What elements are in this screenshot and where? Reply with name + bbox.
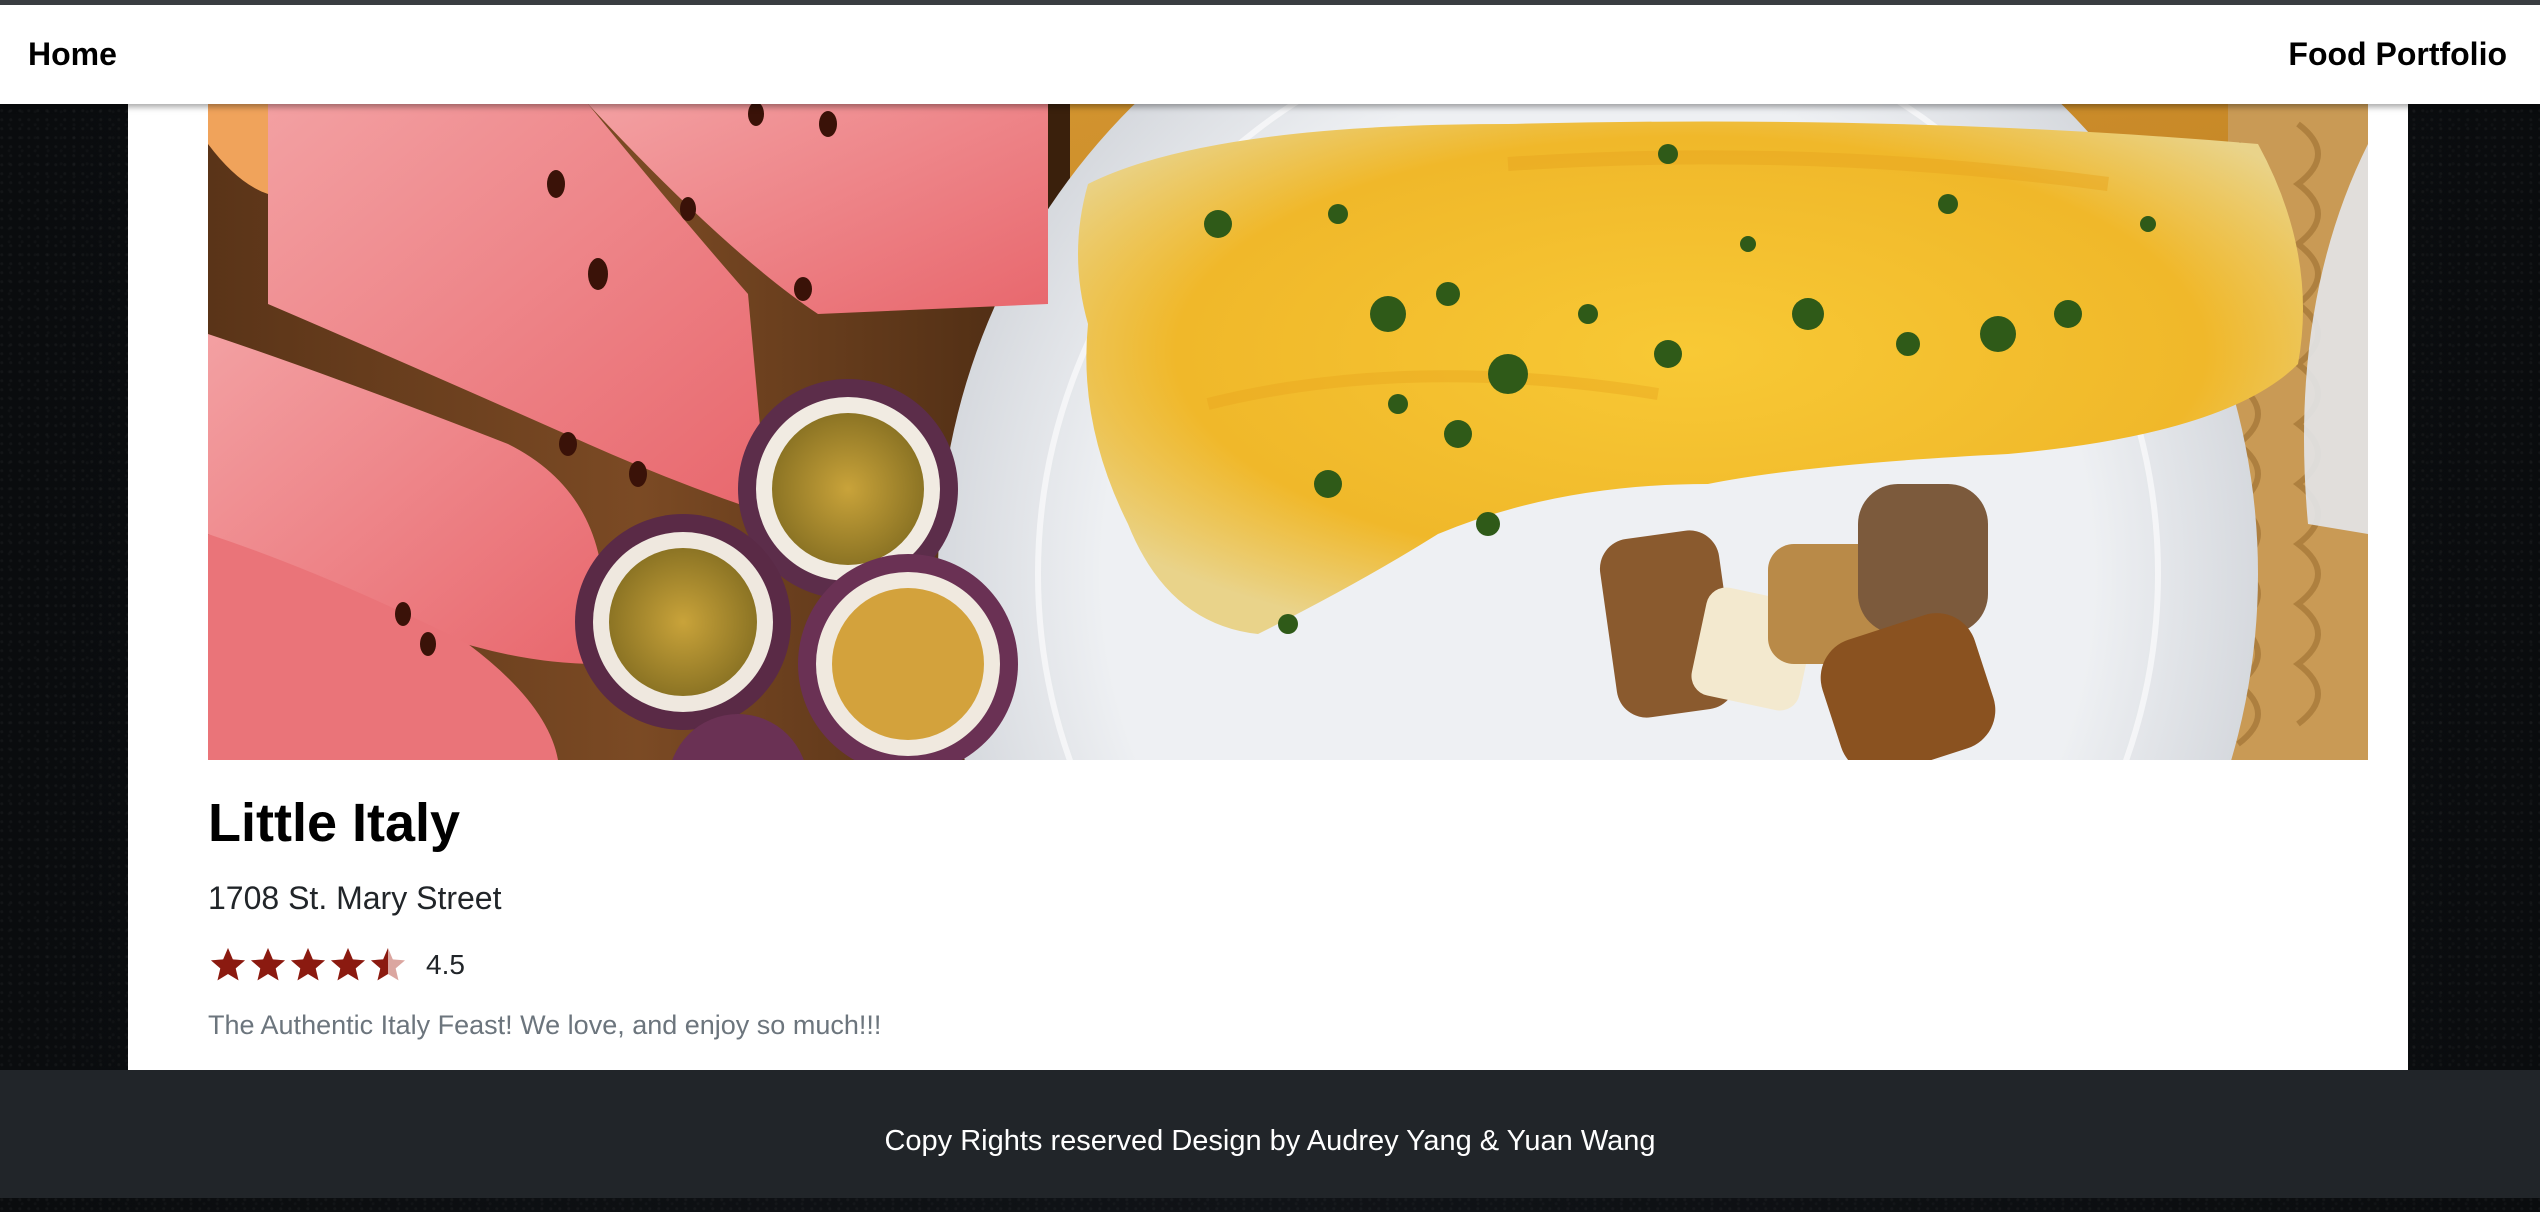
star-filled-icon bbox=[331, 948, 365, 981]
restaurant-name: Little Italy bbox=[208, 793, 461, 853]
top-border bbox=[0, 0, 2540, 5]
star-rating: 4.5 bbox=[208, 942, 465, 988]
footer: Copy Rights reserved Design by Audrey Ya… bbox=[0, 1070, 2540, 1198]
restaurant-address: 1708 St. Mary Street bbox=[208, 880, 502, 916]
restaurant-description: The Authentic Italy Feast! We love, and … bbox=[208, 1010, 882, 1040]
star-filled-icon bbox=[291, 948, 325, 981]
navbar: Home Food Portfolio bbox=[0, 5, 2540, 104]
star-half-icon bbox=[371, 948, 405, 981]
restaurant-card: Little Italy 1708 St. Mary Street 4.5 Th… bbox=[128, 104, 2408, 1070]
nav-home-link[interactable]: Home bbox=[28, 5, 117, 104]
nav-brand-link[interactable]: Food Portfolio bbox=[2288, 5, 2507, 104]
restaurant-image bbox=[208, 104, 2368, 760]
star-filled-icon bbox=[211, 948, 245, 981]
footer-copyright: Copy Rights reserved Design by Audrey Ya… bbox=[884, 1125, 1656, 1157]
stars bbox=[208, 945, 408, 985]
rating-value: 4.5 bbox=[426, 949, 465, 980]
star-filled-icon bbox=[251, 948, 285, 981]
